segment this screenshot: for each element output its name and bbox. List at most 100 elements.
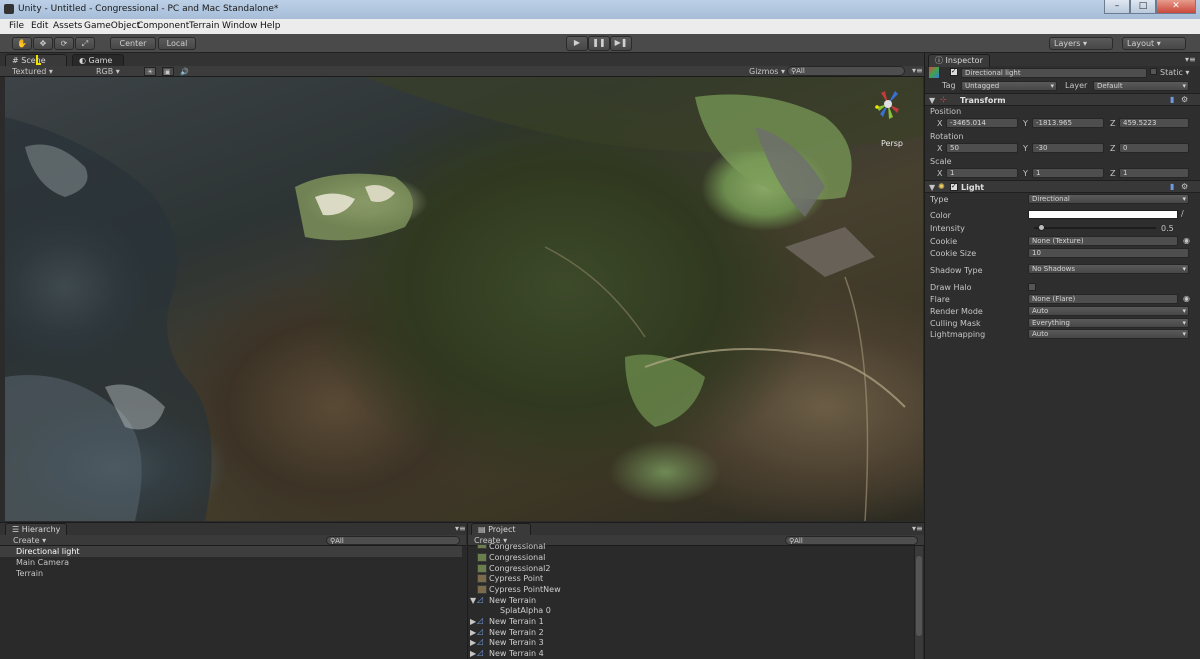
hierarchy-search-input[interactable]: ⚲All	[326, 536, 460, 545]
position-z-field[interactable]: 459.5223	[1119, 118, 1189, 128]
expand-arrow-icon[interactable]: ▼	[470, 596, 476, 605]
project-panel-menu-icon[interactable]: ▾≡	[912, 524, 923, 533]
help-book-icon[interactable]: ▮	[1170, 95, 1174, 104]
render-mode-dropdown[interactable]: Textured ▾	[12, 67, 53, 76]
menu-window[interactable]: Window	[222, 21, 258, 31]
light-gear-icon[interactable]: ⚙	[1181, 182, 1188, 191]
rotation-x-field[interactable]: 50	[946, 143, 1018, 153]
project-item-splatalpha-0[interactable]: SplatAlpha 0	[500, 606, 551, 615]
project-item-new-terrain[interactable]: New Terrain	[489, 596, 536, 605]
hierarchy-item-directional-light[interactable]: Directional light	[16, 547, 80, 556]
rotate-tool-button[interactable]: ⟳	[54, 37, 74, 50]
gizmos-dropdown[interactable]: Gizmos ▾	[749, 67, 785, 76]
tag-dropdown[interactable]: Untagged	[961, 81, 1057, 91]
render-mode-dropdown[interactable]: Auto	[1028, 306, 1189, 316]
intensity-slider-track[interactable]	[1034, 227, 1156, 229]
step-button[interactable]: ▶❚	[610, 36, 632, 51]
menu-help[interactable]: Help	[260, 21, 281, 31]
project-scrollbar-thumb[interactable]	[916, 556, 922, 636]
flare-field[interactable]: None (Flare)	[1028, 294, 1178, 304]
type-dropdown[interactable]: Directional	[1028, 194, 1189, 204]
scene-search-input[interactable]: ⚲All	[787, 66, 905, 76]
hierarchy-item-terrain[interactable]: Terrain	[16, 569, 43, 578]
gear-icon[interactable]: ⚙	[1181, 95, 1188, 104]
hierarchy-create-dropdown[interactable]: Create ▾	[13, 536, 46, 545]
foldout-arrow-icon[interactable]: ▼	[929, 96, 935, 105]
menu-assets[interactable]: Assets	[53, 21, 82, 31]
scene-viewport[interactable]: Persp	[5, 77, 923, 521]
lightmapping-dropdown[interactable]: Auto	[1028, 329, 1189, 339]
project-item-congressional-scene[interactable]: Congressional	[489, 542, 545, 551]
project-search-input[interactable]: ⚲All	[785, 536, 918, 545]
hierarchy-panel-menu-icon[interactable]: ▾≡	[455, 524, 466, 533]
inspector-panel-menu-icon[interactable]: ▾≡	[1185, 55, 1196, 64]
intensity-value[interactable]: 0.5	[1161, 224, 1174, 233]
eyedropper-icon[interactable]: ∕	[1181, 209, 1184, 218]
hierarchy-tab-label: Hierarchy	[21, 525, 61, 534]
layers-dropdown[interactable]: Layers ▾	[1049, 37, 1113, 50]
light-help-book-icon[interactable]: ▮	[1170, 182, 1174, 191]
scene-overlay-toggle[interactable]: ▣	[162, 67, 174, 76]
project-item-new-terrain-2[interactable]: New Terrain 2	[489, 628, 544, 637]
close-button[interactable]: ✕	[1156, 0, 1196, 14]
menu-component[interactable]: Component	[137, 21, 189, 31]
expand-arrow-icon[interactable]: ▶	[470, 628, 476, 637]
layout-dropdown[interactable]: Layout ▾	[1122, 37, 1186, 50]
scene-panel-menu-icon[interactable]: ▾≡	[912, 66, 923, 75]
expand-arrow-icon[interactable]: ▶	[470, 649, 476, 658]
hand-tool-button[interactable]: ✋	[12, 37, 32, 50]
scale-y-field[interactable]: 1	[1032, 168, 1104, 178]
pivot-center-toggle[interactable]: Center	[110, 37, 156, 50]
project-item-congressional2[interactable]: Congressional2	[489, 564, 550, 573]
pause-button[interactable]: ❚❚	[588, 36, 610, 51]
cookie-size-field[interactable]: 10	[1028, 248, 1189, 258]
move-tool-button[interactable]: ✥	[33, 37, 53, 50]
culling-mask-dropdown[interactable]: Everything	[1028, 318, 1189, 328]
project-item-new-terrain-1[interactable]: New Terrain 1	[489, 617, 544, 626]
menu-gameobject[interactable]: GameObject	[84, 21, 140, 31]
hierarchy-item-main-camera[interactable]: Main Camera	[16, 558, 69, 567]
layer-dropdown[interactable]: Default	[1093, 81, 1189, 91]
audio-toggle[interactable]: 🔊	[180, 67, 192, 76]
static-dropdown[interactable]: Static ▾	[1160, 68, 1189, 77]
shadow-type-dropdown[interactable]: No Shadows	[1028, 264, 1189, 274]
minimize-button[interactable]: –	[1104, 0, 1130, 14]
scale-x-field[interactable]: 1	[946, 168, 1018, 178]
menu-edit[interactable]: Edit	[31, 21, 48, 31]
project-scrollbar[interactable]	[914, 546, 923, 659]
active-checkbox[interactable]: ✓	[950, 67, 958, 76]
color-swatch[interactable]	[1028, 210, 1178, 219]
draw-halo-checkbox[interactable]	[1028, 283, 1036, 291]
rotation-z-field[interactable]: 0	[1119, 143, 1189, 153]
flare-picker-icon[interactable]: ◉	[1183, 294, 1190, 303]
cookie-field[interactable]: None (Texture)	[1028, 236, 1178, 246]
light-enabled-checkbox[interactable]: ✓	[950, 182, 958, 191]
static-checkbox[interactable]	[1150, 68, 1157, 75]
space-local-toggle[interactable]: Local	[158, 37, 196, 50]
scene-lighting-toggle[interactable]: ☀	[144, 67, 156, 76]
position-x-field[interactable]: -3465.014	[946, 118, 1018, 128]
project-item-cypress-pointnew[interactable]: Cypress PointNew	[489, 585, 561, 594]
project-item-congressional[interactable]: Congressional	[489, 553, 545, 562]
expand-arrow-icon[interactable]: ▶	[470, 617, 476, 626]
menu-file[interactable]: File	[9, 21, 24, 31]
object-name-field[interactable]: Directional light	[961, 68, 1147, 78]
light-foldout-arrow-icon[interactable]: ▼	[929, 183, 935, 192]
scene-asset-icon	[477, 544, 487, 549]
menu-terrain[interactable]: Terrain	[189, 21, 219, 31]
position-y-field[interactable]: -1813.965	[1032, 118, 1104, 128]
project-item-cypress-point[interactable]: Cypress Point	[489, 574, 543, 583]
tab-inspector[interactable]: ⓘ Inspector	[928, 54, 990, 67]
projection-label[interactable]: Persp	[881, 139, 903, 148]
scale-tool-button[interactable]: ⤢	[75, 37, 95, 50]
project-item-new-terrain-4[interactable]: New Terrain 4	[489, 649, 544, 658]
rotation-y-field[interactable]: -30	[1032, 143, 1104, 153]
orientation-gizmo[interactable]	[871, 87, 905, 121]
play-button[interactable]: ▶	[566, 36, 588, 51]
scale-z-field[interactable]: 1	[1119, 168, 1189, 178]
cookie-picker-icon[interactable]: ◉	[1183, 236, 1190, 245]
color-mode-dropdown[interactable]: RGB ▾	[96, 67, 120, 76]
project-item-new-terrain-3[interactable]: New Terrain 3	[489, 638, 544, 647]
maximize-button[interactable]: □	[1130, 0, 1156, 14]
expand-arrow-icon[interactable]: ▶	[470, 638, 476, 647]
